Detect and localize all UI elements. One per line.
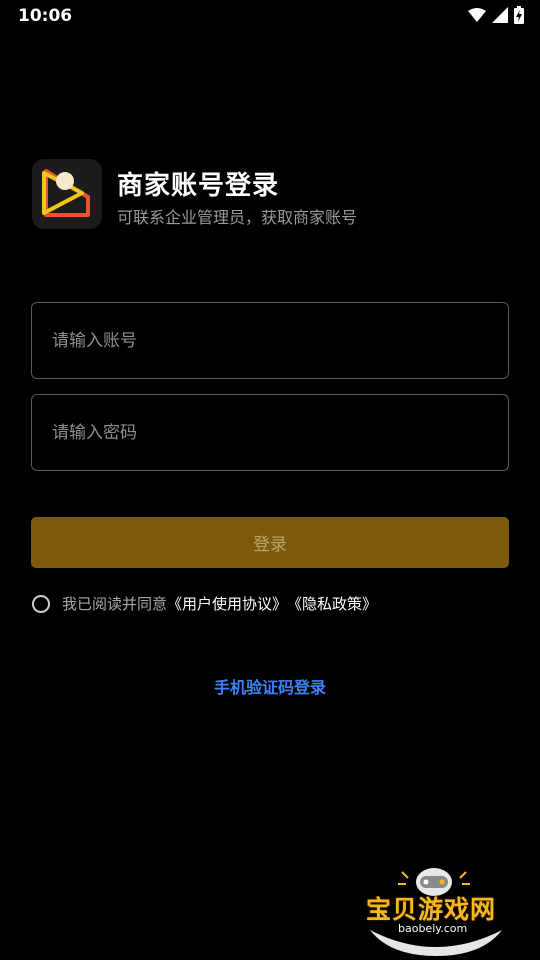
page-subtitle: 可联系企业管理员，获取商家账号	[117, 208, 358, 227]
merchant-logo-icon	[32, 159, 102, 229]
password-field	[31, 394, 509, 471]
privacy-policy-link[interactable]: 《隐私政策》	[287, 593, 377, 614]
page-title: 商家账号登录	[117, 171, 280, 201]
account-input[interactable]	[32, 303, 508, 378]
wifi-icon	[468, 8, 486, 22]
agreement-prefix: 我已阅读并同意	[62, 595, 168, 613]
watermark: 宝贝游戏网 baobeiy.com	[362, 864, 510, 956]
status-bar: 10:06	[0, 0, 540, 32]
login-button[interactable]: 登录	[31, 517, 509, 568]
watermark-url: baobeiy.com	[398, 922, 468, 935]
battery-charging-icon	[514, 6, 524, 24]
agreement-checkbox[interactable]	[32, 594, 50, 613]
user-agreement-link[interactable]: 《用户使用协议》	[167, 593, 287, 614]
password-input[interactable]	[32, 395, 508, 470]
status-time: 10:06	[18, 6, 73, 26]
account-field	[31, 302, 509, 379]
sms-login-link[interactable]: 手机验证码登录	[0, 674, 540, 698]
status-icons	[468, 6, 524, 24]
signal-icon	[492, 7, 508, 23]
login-screen: 10:06 商家账号登录 可联系企业管理员，获取商家账号 请输入账号 登录 我已…	[0, 0, 540, 960]
watermark-title: 宝贝游戏网	[366, 895, 497, 924]
agreement-row: 我已阅读并同意 《用户使用协议》 《隐私政策》	[32, 593, 377, 614]
